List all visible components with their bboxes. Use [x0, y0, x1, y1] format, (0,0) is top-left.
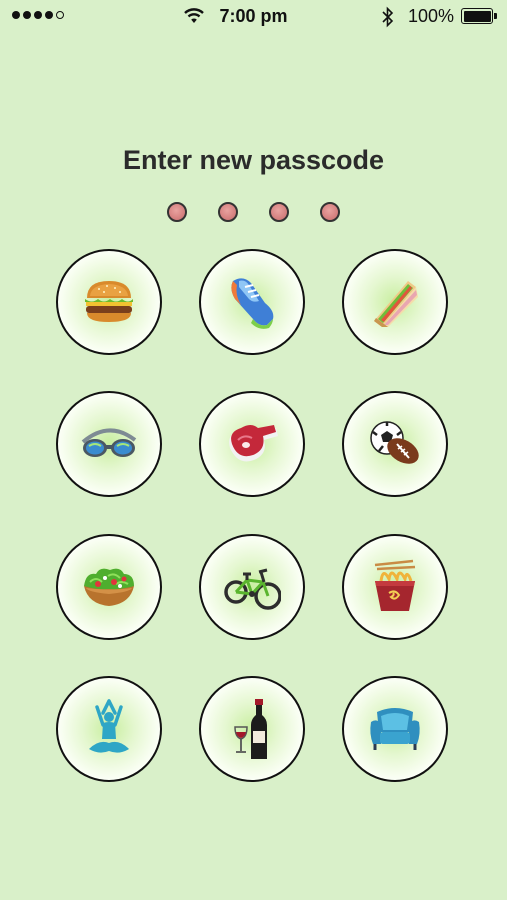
passcode-key-running-shoe[interactable]	[199, 249, 305, 355]
passcode-key-burger[interactable]	[56, 249, 162, 355]
burger-icon	[85, 281, 133, 322]
salad-icon	[84, 568, 134, 606]
page-title: Enter new passcode	[122, 145, 385, 175]
passcode-key-armchair[interactable]	[342, 676, 448, 782]
armchair-icon	[370, 708, 420, 750]
passcode-dot	[320, 202, 340, 222]
wine-icon	[234, 699, 267, 759]
steak-icon	[229, 425, 278, 462]
sandwich-icon	[374, 281, 418, 327]
passcode-key-wine[interactable]	[199, 676, 305, 782]
passcode-key-sandwich[interactable]	[342, 249, 448, 355]
passcode-key-balls[interactable]	[342, 391, 448, 497]
passcode-key-yoga[interactable]	[56, 676, 162, 782]
status-bar: 7:00 pm 100%	[0, 0, 507, 34]
passcode-key-goggles[interactable]	[56, 391, 162, 497]
battery-percentage: 100%	[407, 6, 454, 26]
passcode-indicator	[167, 202, 340, 222]
passcode-key-bicycle[interactable]	[199, 534, 305, 640]
passcode-key-noodles[interactable]	[342, 534, 448, 640]
battery-icon	[461, 8, 497, 24]
passcode-dot	[218, 202, 238, 222]
passcode-dot	[167, 202, 187, 222]
passcode-key-salad[interactable]	[56, 534, 162, 640]
swim-goggles-icon	[81, 428, 137, 457]
passcode-dot	[269, 202, 289, 222]
passcode-key-steak[interactable]	[199, 391, 305, 497]
running-shoe-icon	[231, 278, 274, 329]
bluetooth-icon	[382, 6, 394, 28]
soccer-football-icon	[370, 421, 419, 464]
noodles-box-icon	[374, 559, 416, 611]
yoga-icon	[89, 699, 129, 753]
bicycle-icon	[224, 568, 281, 610]
